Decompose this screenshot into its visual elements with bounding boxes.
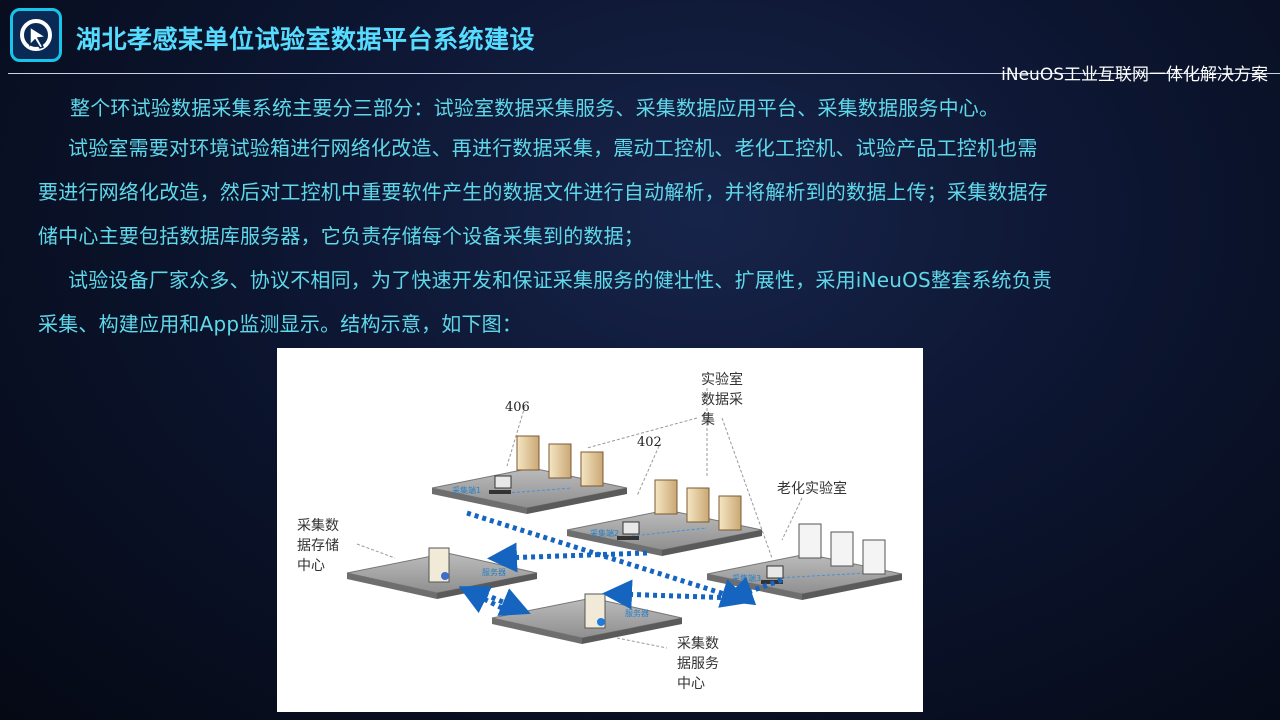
label-406: 406 xyxy=(505,400,530,415)
label-storage-line-3: 中心 xyxy=(297,558,325,574)
paragraph-2-line-2: 要进行网络化改造，然后对工控机中重要软件产生的数据文件进行自动解析，并将解析到的… xyxy=(38,180,1048,204)
collector-2-tag: 采集端2 xyxy=(590,528,619,538)
label-lab-line-3: 集 xyxy=(701,411,715,428)
label-service-line-2: 据服务 xyxy=(677,656,719,672)
label-lab-line-2: 数据采 xyxy=(701,392,743,408)
label-402: 402 xyxy=(637,435,662,450)
label-service-line-1: 采集数 xyxy=(677,635,719,652)
label-aging-lab: 老化实验室 xyxy=(777,480,847,497)
paragraph-1: 整个环试验数据采集系统主要分三部分：试验室数据采集服务、采集数据应用平台、采集数… xyxy=(70,96,1000,120)
page-title: 湖北孝感某单位试验室数据平台系统建设 xyxy=(76,25,536,54)
label-service-line-3: 中心 xyxy=(677,676,705,692)
paragraph-2-line-3: 储中心主要包括数据库服务器，它负责存储每个设备采集到的数据； xyxy=(38,224,644,248)
label-storage-line-1: 采集数 xyxy=(297,517,339,534)
paragraph-2-line-1: 试验室需要对环境试验箱进行网络化改造、再进行数据采集，震动工控机、老化工控机、试… xyxy=(68,136,1038,160)
label-storage-line-2: 据存储 xyxy=(297,538,339,554)
label-lab-line-1: 实验室 xyxy=(701,371,743,388)
server-1-tag: 服务器 xyxy=(482,567,506,577)
collector-3-tag: 采集端3 xyxy=(732,573,761,583)
collector-1-tag: 采集端1 xyxy=(452,485,481,495)
ineuos-cursor-logo-icon xyxy=(20,19,52,51)
page-subtitle: iNeuOS工业互联网一体化解决方案 xyxy=(1001,65,1268,85)
paragraph-3-line-1: 试验设备厂家众多、协议不相同，为了快速开发和保证采集服务的健壮性、扩展性，采用i… xyxy=(68,268,1053,292)
paragraph-3-line-2: 采集、构建应用和App监测显示。结构示意，如下图： xyxy=(38,312,523,336)
service-server-icon xyxy=(584,593,606,629)
server-2-tag: 服务器 xyxy=(625,608,649,618)
logo xyxy=(10,8,62,62)
architecture-diagram: 采集端1 采集端2 采集端3 服务器 服务器 406 402 实验室 数据采 集… xyxy=(277,348,923,712)
database-server-icon xyxy=(428,547,450,583)
